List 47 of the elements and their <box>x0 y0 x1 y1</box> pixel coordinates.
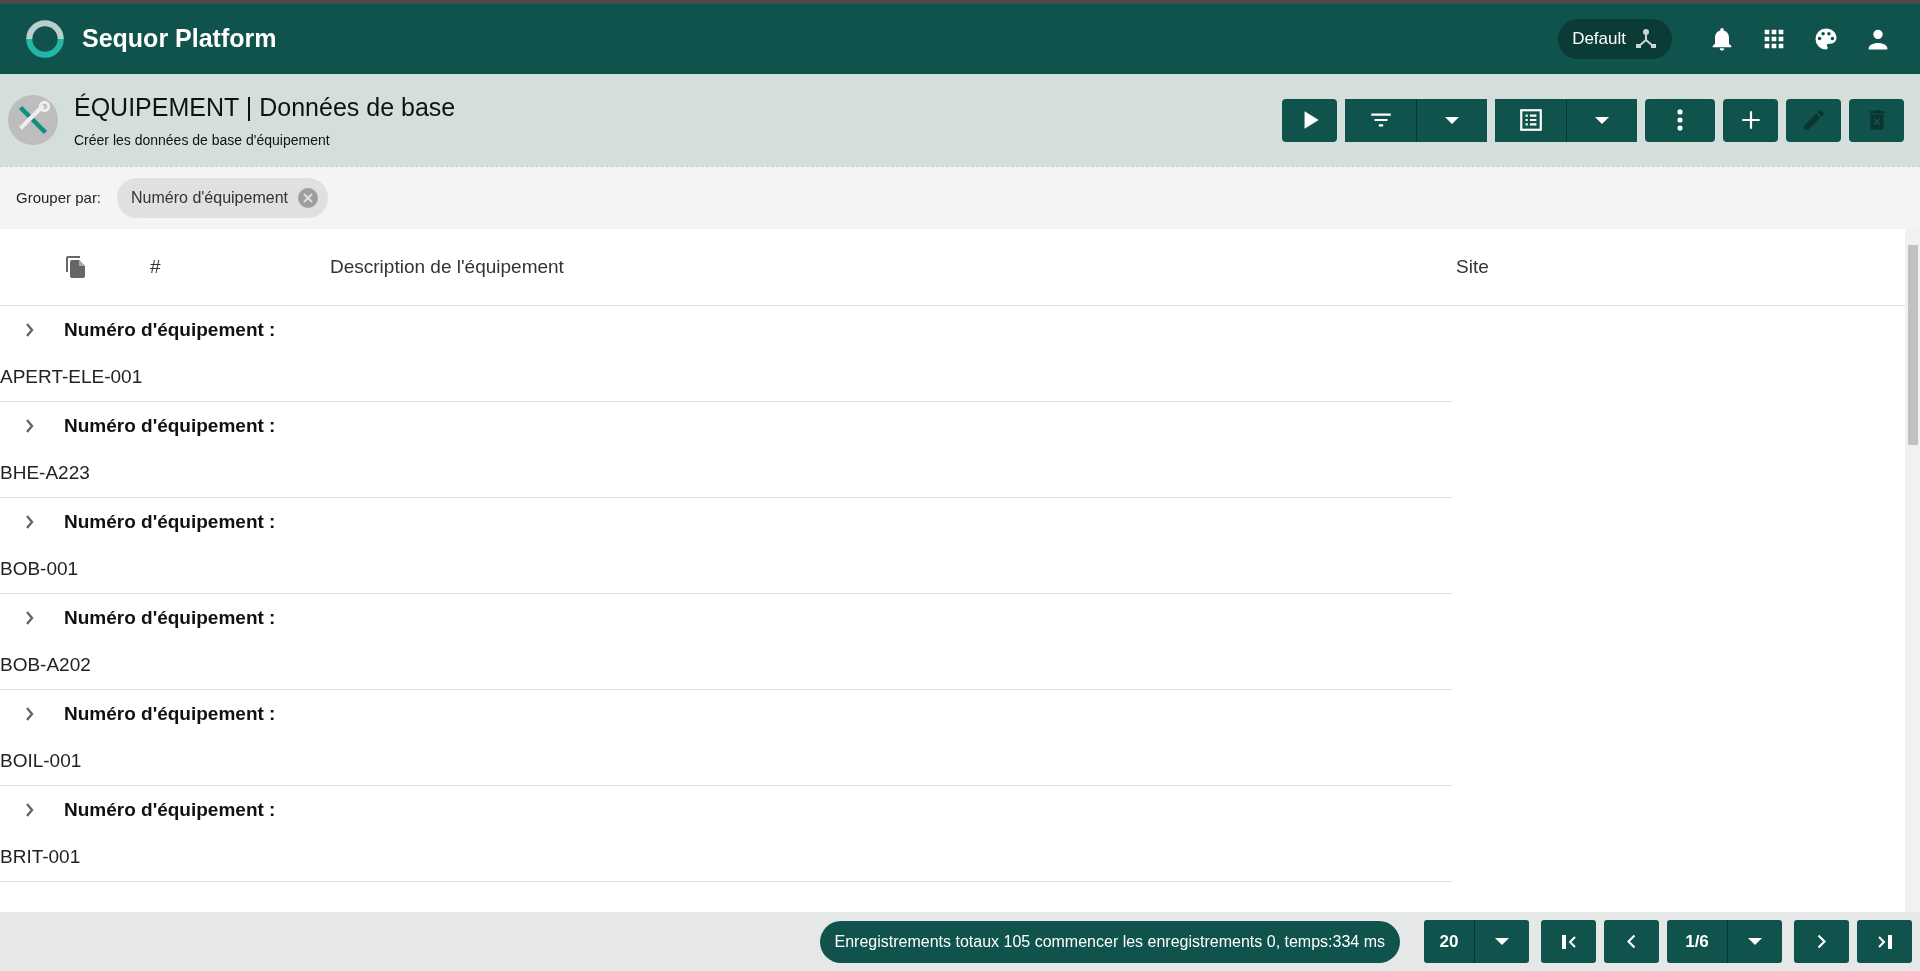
more-icon <box>1677 109 1683 131</box>
page-subtitle: Créer les données de base d'équipement <box>74 131 331 151</box>
dropdown-button[interactable] <box>1474 920 1529 963</box>
first-page-button[interactable] <box>1541 920 1596 963</box>
last-page-button[interactable] <box>1857 920 1912 963</box>
group-by-label: Grouper par: <box>16 187 102 208</box>
caret-icon <box>1495 938 1509 945</box>
page-title: ÉQUIPEMENT | Données de base <box>74 91 456 123</box>
tools-icon <box>8 95 58 145</box>
group-value: BOB-001 <box>0 557 80 581</box>
network-icon <box>1634 27 1658 51</box>
caret-icon <box>1748 938 1762 945</box>
close-icon <box>295 186 320 210</box>
group-chip: Numéro d'équipement <box>117 178 328 218</box>
group-label: Numéro d'équipement : <box>64 509 276 534</box>
group-value: BHE-A223 <box>0 461 91 485</box>
group-value: BOB-A202 <box>0 653 92 677</box>
group-label: Numéro d'équipement : <box>64 797 276 822</box>
dropdown-button[interactable] <box>1416 98 1487 142</box>
group-value: BOIL-001 <box>0 749 83 773</box>
group-label: Numéro d'équipement : <box>64 317 276 342</box>
scrollbar[interactable] <box>1905 229 1920 912</box>
column-header[interactable]: Description de l'équipement <box>330 252 564 282</box>
caret-icon <box>1445 116 1459 124</box>
group-value: BRIT-001 <box>0 845 82 869</box>
context-chip[interactable]: Default <box>1558 19 1672 59</box>
records-summary: Enregistrements totaux 105 commencer les enregistrements 0, temps:334 ms <box>819 920 1400 963</box>
page-indicator-button[interactable]: 1/6 <box>1667 920 1727 963</box>
chevron-right-icon <box>1817 934 1826 949</box>
group-label: Numéro d'équipement : <box>64 413 276 438</box>
group-value: APERT-ELE-001 <box>0 365 144 389</box>
more-button[interactable] <box>1645 98 1715 142</box>
play-button[interactable] <box>1282 98 1337 142</box>
list-view-icon <box>1517 107 1544 133</box>
page-size-button[interactable]: 20 <box>1424 920 1474 963</box>
dropdown-button[interactable] <box>1727 920 1782 963</box>
chevron-left-icon <box>1627 934 1636 949</box>
add-button[interactable] <box>1723 98 1778 142</box>
column-header[interactable]: # <box>150 252 161 282</box>
dropdown-button[interactable] <box>1566 98 1637 142</box>
caret-icon <box>1595 116 1609 124</box>
logo-icon <box>24 18 66 60</box>
group-label: Numéro d'équipement : <box>64 701 276 726</box>
app-title: Sequor Platform <box>82 23 277 55</box>
group-label: Numéro d'équipement : <box>64 605 276 630</box>
column-header[interactable]: Site <box>1456 252 1489 282</box>
copy-icon[interactable] <box>64 255 88 279</box>
